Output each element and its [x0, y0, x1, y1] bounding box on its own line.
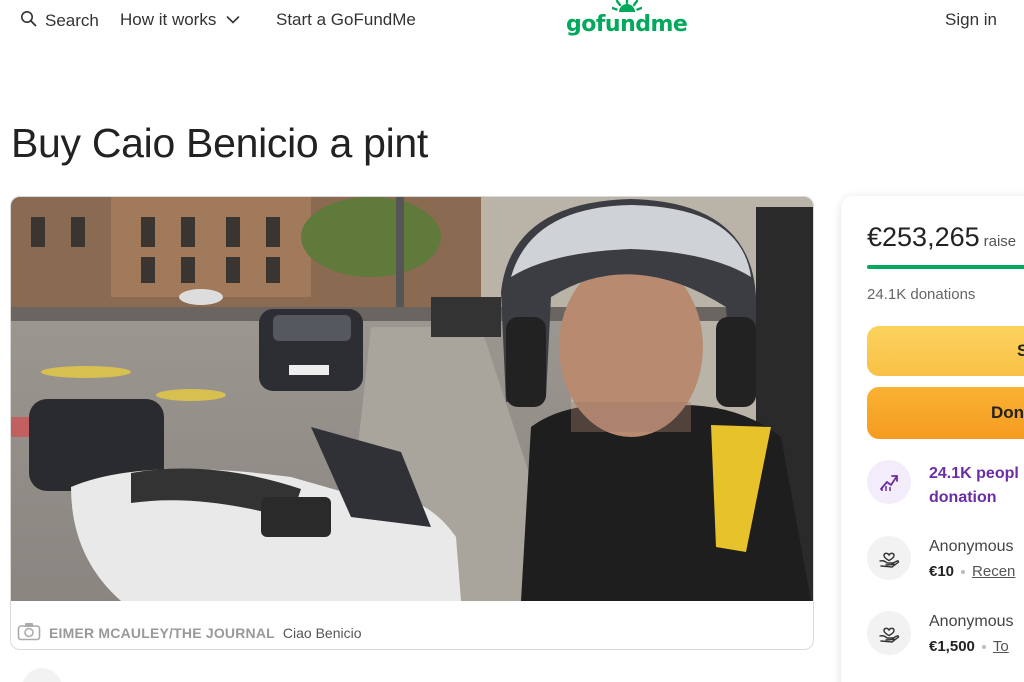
share-button[interactable]: S [867, 326, 1024, 376]
start-gofundme-link[interactable]: Start a GoFundMe [276, 10, 416, 30]
donation-sidebar: €253,265 raise 24.1K donations S Don 24.1… [841, 196, 1024, 682]
donation-tag-link[interactable]: Recen [972, 563, 1015, 580]
highlight-text: 24.1K peopl donation [929, 462, 1024, 510]
page-title: Buy Caio Benicio a pint [11, 120, 429, 166]
donation-amount: €10 [929, 563, 955, 580]
search-button[interactable]: Search [20, 10, 99, 32]
sign-in-link[interactable]: Sign in [945, 10, 997, 30]
donation-meta: €10 Recen [929, 563, 1015, 580]
donor-name: Anonymous [929, 613, 1014, 630]
organizer-avatar[interactable] [22, 668, 62, 682]
search-icon [20, 10, 37, 32]
how-it-works-label: How it works [120, 10, 217, 29]
trending-up-icon [867, 460, 911, 504]
donor-name: Anonymous [929, 538, 1014, 555]
heart-hand-icon [867, 536, 911, 580]
how-it-works-menu[interactable]: How it works [120, 10, 240, 30]
donation-meta: €1,500 To [929, 638, 1009, 655]
separator-dot [981, 644, 986, 649]
raised-summary: €253,265 raise [867, 222, 1016, 253]
campaign-photo[interactable] [11, 197, 813, 601]
progress-bar [867, 265, 1024, 269]
gofundme-logo[interactable]: gofundme [566, 0, 688, 42]
chevron-down-icon [226, 10, 240, 30]
separator-dot [961, 569, 966, 574]
photo-credit: EIMER MCAULEY/THE JOURNAL [49, 624, 275, 641]
donate-button[interactable]: Don [867, 387, 1024, 439]
camera-icon [17, 621, 41, 644]
donations-count: 24.1K donations [867, 286, 976, 303]
site-header: Search How it works Start a GoFundMe gof… [0, 0, 1024, 42]
photo-caption-text: Ciao Benicio [282, 624, 362, 641]
highlight-line-1: 24.1K peopl [929, 465, 1019, 482]
donation-tag-link[interactable]: To [993, 638, 1009, 655]
raised-label: raise [983, 233, 1017, 250]
donation-amount: €1,500 [929, 638, 975, 655]
heart-hand-icon [867, 611, 911, 655]
logo-wordmark: gofundme [566, 12, 688, 37]
raised-amount: €253,265 [867, 222, 980, 252]
campaign-media-card: EIMER MCAULEY/THE JOURNAL Ciao Benicio [10, 196, 814, 650]
search-label: Search [45, 11, 99, 30]
highlight-line-2: donation [929, 489, 997, 506]
photo-caption: EIMER MCAULEY/THE JOURNAL Ciao Benicio [17, 621, 362, 644]
